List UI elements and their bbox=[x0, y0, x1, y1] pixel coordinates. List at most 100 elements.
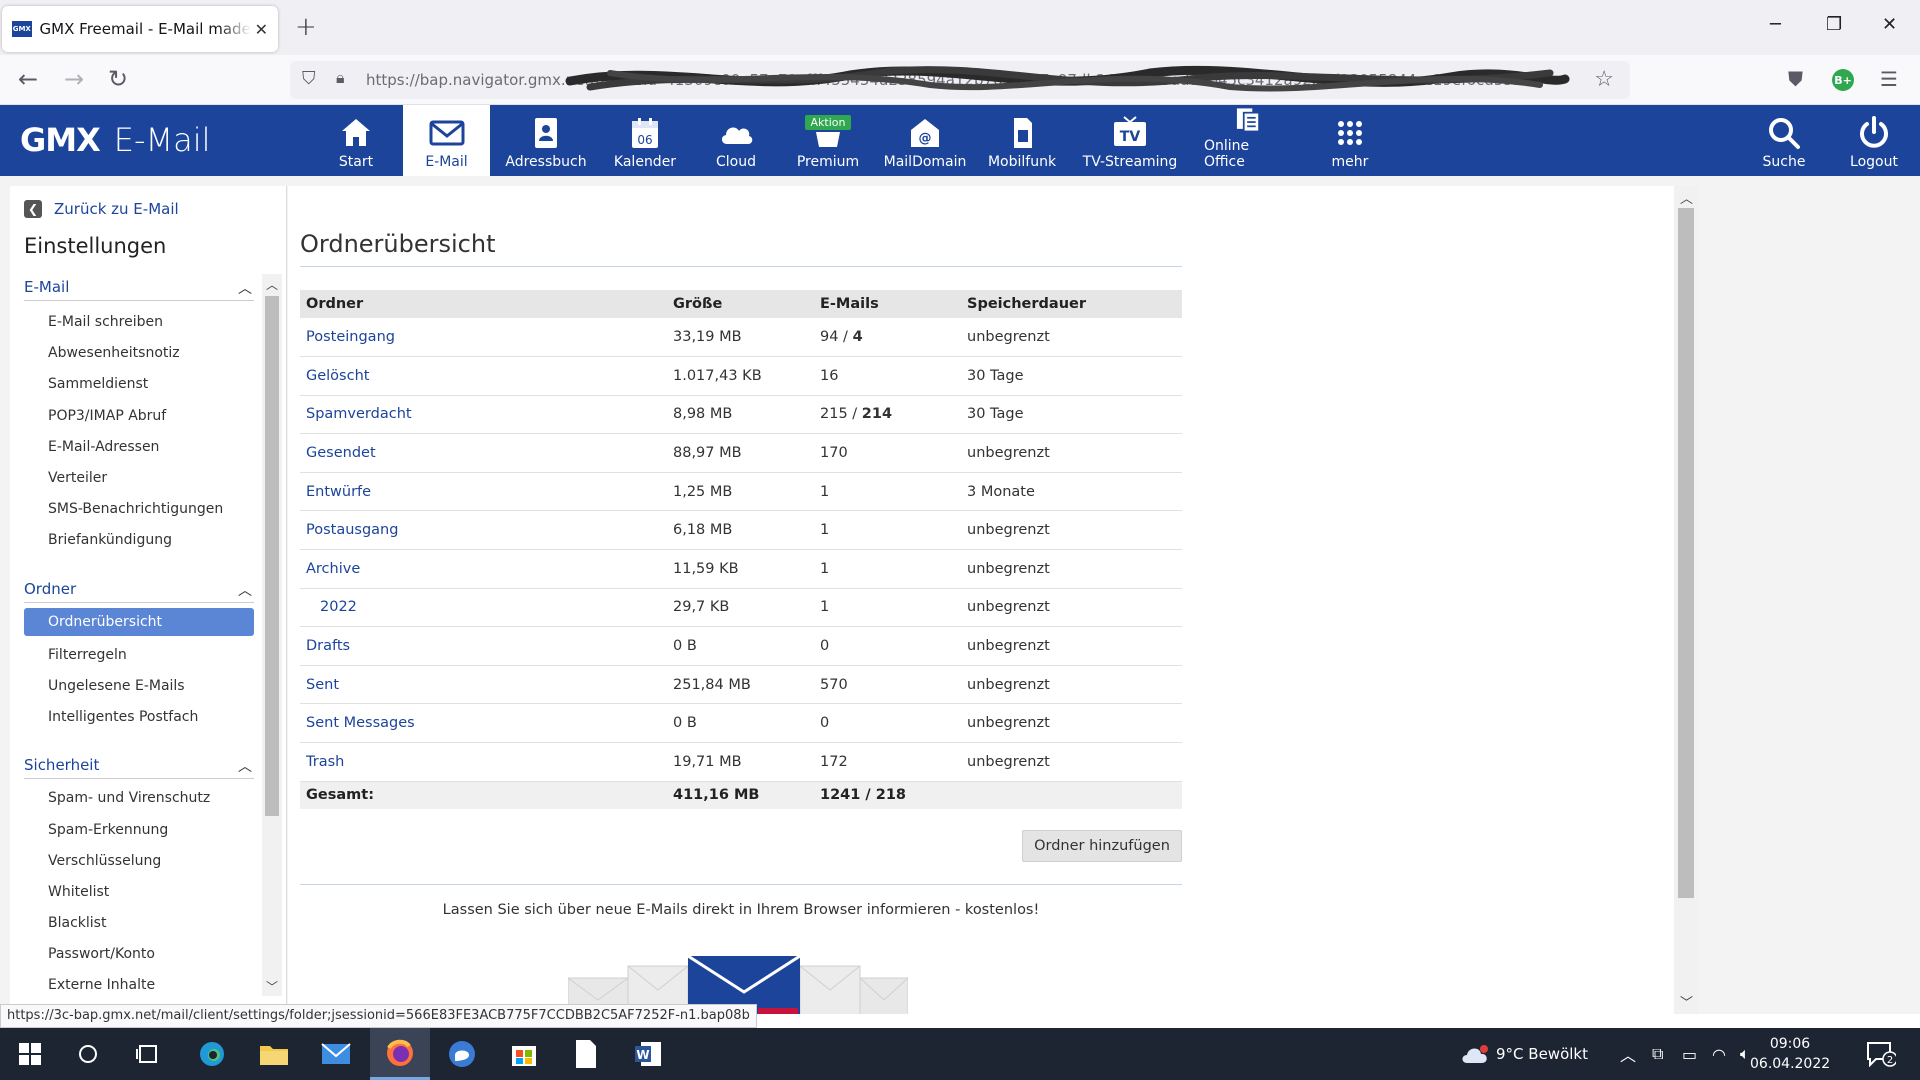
folder-link[interactable]: Gesendet bbox=[300, 433, 667, 473]
word-icon[interactable]: W bbox=[618, 1028, 678, 1080]
mail-app-icon[interactable] bbox=[306, 1028, 366, 1080]
bookmark-star-icon[interactable]: ☆ bbox=[1594, 67, 1614, 92]
task-view-icon[interactable] bbox=[118, 1028, 178, 1080]
sidebar-item-sammeldienst[interactable]: Sammeldienst bbox=[24, 370, 254, 398]
sidebar-item-intelligentes-postfach[interactable]: Intelligentes Postfach bbox=[24, 703, 254, 731]
scroll-down-icon[interactable]: ﹀ bbox=[266, 978, 278, 995]
taskbar-clock[interactable]: 09:06 06.04.2022 bbox=[1750, 1034, 1830, 1074]
nav-logout[interactable]: Logout bbox=[1842, 105, 1906, 176]
browser-tab[interactable]: GMX GMX Freemail - E-Mail made in German… bbox=[2, 6, 278, 52]
chat-app-icon[interactable] bbox=[432, 1028, 492, 1080]
restore-icon[interactable]: ❐ bbox=[1826, 14, 1842, 35]
menu-icon[interactable]: ☰ bbox=[1880, 67, 1898, 91]
sidebar-item-sms-benachrichtigungen[interactable]: SMS-Benachrichtigungen bbox=[24, 495, 254, 523]
sidebar-item-email-adressen[interactable]: E-Mail-Adressen bbox=[24, 433, 254, 461]
nav-label: Adressbuch bbox=[505, 154, 587, 170]
sidebar-item-passwort-konto[interactable]: Passwort/Konto bbox=[24, 940, 254, 968]
folder-link[interactable]: Sent bbox=[300, 665, 667, 705]
folder-link[interactable]: Entwürfe bbox=[300, 472, 667, 512]
sidebar-item-abwesenheitsnotiz[interactable]: Abwesenheitsnotiz bbox=[24, 339, 254, 367]
folder-link[interactable]: Trash bbox=[300, 742, 667, 782]
main-scrollbar[interactable]: ︿ ﹀ bbox=[1674, 186, 1698, 1014]
scroll-down-icon[interactable]: ﹀ bbox=[1680, 992, 1693, 1011]
folder-link[interactable]: 2022 bbox=[300, 588, 667, 628]
nav-email[interactable]: E-Mail bbox=[403, 105, 490, 176]
sidebar-item-whitelist[interactable]: Whitelist bbox=[24, 878, 254, 906]
sidebar-item-verschluesselung[interactable]: Verschlüsselung bbox=[24, 847, 254, 875]
section-header-email[interactable]: E-Mail ︿ bbox=[24, 278, 254, 301]
chevron-up-icon[interactable]: ︿ bbox=[238, 278, 252, 298]
sidebar-item-blacklist[interactable]: Blacklist bbox=[24, 909, 254, 937]
sidebar-item-ordneruebersicht[interactable]: Ordnerübersicht bbox=[24, 608, 254, 636]
sidebar-item-spam-virenschutz[interactable]: Spam- und Virenschutz bbox=[24, 784, 254, 812]
folder-retention: unbegrenzt bbox=[961, 588, 1182, 628]
sidebar-item-briefankuendigung[interactable]: Briefankündigung bbox=[24, 526, 254, 554]
folder-link[interactable]: Gelöscht bbox=[300, 356, 667, 396]
file-explorer-icon[interactable] bbox=[244, 1028, 304, 1080]
chevron-up-icon[interactable]: ︿ bbox=[238, 580, 252, 600]
nav-cloud[interactable]: Cloud bbox=[704, 105, 768, 176]
extension-badge-icon[interactable]: B+ bbox=[1832, 69, 1854, 91]
sidebar-item-verteiler[interactable]: Verteiler bbox=[24, 464, 254, 492]
nav-tv-streaming[interactable]: TV TV-Streaming bbox=[1082, 105, 1178, 176]
scroll-up-icon[interactable]: ︿ bbox=[266, 276, 278, 293]
wifi-icon[interactable]: ◠ bbox=[1712, 1028, 1726, 1080]
folder-link[interactable]: Drafts bbox=[300, 626, 667, 666]
tray-device-icon[interactable]: ⧉ bbox=[1652, 1028, 1663, 1080]
document-icon[interactable] bbox=[556, 1028, 616, 1080]
folder-link[interactable]: Postausgang bbox=[300, 510, 667, 551]
sidebar-item-filterregeln[interactable]: Filterregeln bbox=[24, 641, 254, 669]
gmx-logo[interactable]: GMX E-Mail bbox=[20, 121, 211, 159]
lock-icon[interactable]: 🔒︎ bbox=[336, 68, 345, 88]
nav-premium[interactable]: Aktion Premium bbox=[796, 105, 860, 176]
nav-start[interactable]: Start bbox=[330, 105, 382, 176]
new-tab-button[interactable]: + bbox=[295, 12, 317, 42]
pocket-icon[interactable]: ⛊ bbox=[1788, 67, 1803, 91]
folder-email-count: 0 bbox=[814, 626, 961, 666]
sidebar-item-spam-erkennung[interactable]: Spam-Erkennung bbox=[24, 816, 254, 844]
windows-start-icon[interactable] bbox=[0, 1028, 60, 1080]
back-icon[interactable]: ← bbox=[18, 65, 38, 93]
chevron-up-icon[interactable]: ︿ bbox=[238, 756, 252, 776]
sidebar-item-externe-inhalte[interactable]: Externe Inhalte bbox=[24, 971, 254, 999]
nav-maildomain[interactable]: @ MailDomain bbox=[884, 105, 966, 176]
folder-link[interactable]: Posteingang bbox=[300, 318, 667, 358]
tray-chevron-up-icon[interactable]: ︿ bbox=[1620, 1028, 1636, 1080]
minimize-icon[interactable]: ─ bbox=[1770, 14, 1781, 35]
folder-link[interactable]: Sent Messages bbox=[300, 703, 667, 744]
nav-online-office[interactable]: Online Office bbox=[1204, 105, 1292, 176]
back-to-email-link[interactable]: ❮ Zurück zu E-Mail bbox=[24, 200, 179, 218]
section-header-sicherheit[interactable]: Sicherheit ︿ bbox=[24, 756, 254, 779]
sidebar-item-pop3-imap[interactable]: POP3/IMAP Abruf bbox=[24, 402, 254, 430]
store-icon[interactable] bbox=[494, 1028, 554, 1080]
scrollbar-thumb[interactable] bbox=[1678, 208, 1694, 898]
firefox-icon[interactable] bbox=[370, 1028, 430, 1080]
nav-kalender[interactable]: 06 Kalender bbox=[612, 105, 678, 176]
edge-browser-icon[interactable] bbox=[182, 1028, 242, 1080]
nav-label: Start bbox=[338, 154, 374, 170]
scroll-up-icon[interactable]: ︿ bbox=[1680, 188, 1693, 207]
nav-mobilfunk[interactable]: Mobilfunk bbox=[988, 105, 1056, 176]
sidebar-item-ungelesene-emails[interactable]: Ungelesene E-Mails bbox=[24, 672, 254, 700]
add-folder-button[interactable]: Ordner hinzufügen bbox=[1022, 830, 1182, 862]
notification-center-icon[interactable]: 2 bbox=[1866, 1028, 1896, 1080]
cortana-search-icon[interactable] bbox=[58, 1028, 118, 1080]
section-header-ordner[interactable]: Ordner ︿ bbox=[24, 580, 254, 603]
battery-icon[interactable]: ▭ bbox=[1682, 1028, 1697, 1080]
url-bar[interactable]: ⛉ 🔒︎ https://bap.navigator.gmx.net/mail?… bbox=[290, 61, 1630, 99]
tracking-shield-icon[interactable]: ⛉ bbox=[302, 68, 316, 89]
scrollbar-thumb[interactable] bbox=[265, 296, 279, 816]
weather-widget[interactable]: 9°C Bewölkt bbox=[1460, 1028, 1588, 1080]
volume-icon[interactable]: 🔈︎ bbox=[1740, 1028, 1750, 1080]
close-tab-icon[interactable]: ✕ bbox=[255, 20, 268, 39]
folder-link[interactable]: Spamverdacht bbox=[300, 395, 667, 435]
sidebar-item-email-schreiben[interactable]: E-Mail schreiben bbox=[24, 308, 254, 336]
nav-adressbuch[interactable]: Adressbuch bbox=[500, 105, 592, 176]
forward-icon[interactable]: → bbox=[64, 65, 84, 93]
reload-icon[interactable]: ↻ bbox=[108, 65, 128, 93]
nav-mehr[interactable]: mehr bbox=[1318, 105, 1382, 176]
nav-suche[interactable]: Suche bbox=[1752, 105, 1816, 176]
folder-link[interactable]: Archive bbox=[300, 549, 667, 589]
sidebar-scrollbar[interactable]: ︿ ﹀ bbox=[262, 274, 282, 996]
window-close-icon[interactable]: ✕ bbox=[1882, 14, 1897, 35]
